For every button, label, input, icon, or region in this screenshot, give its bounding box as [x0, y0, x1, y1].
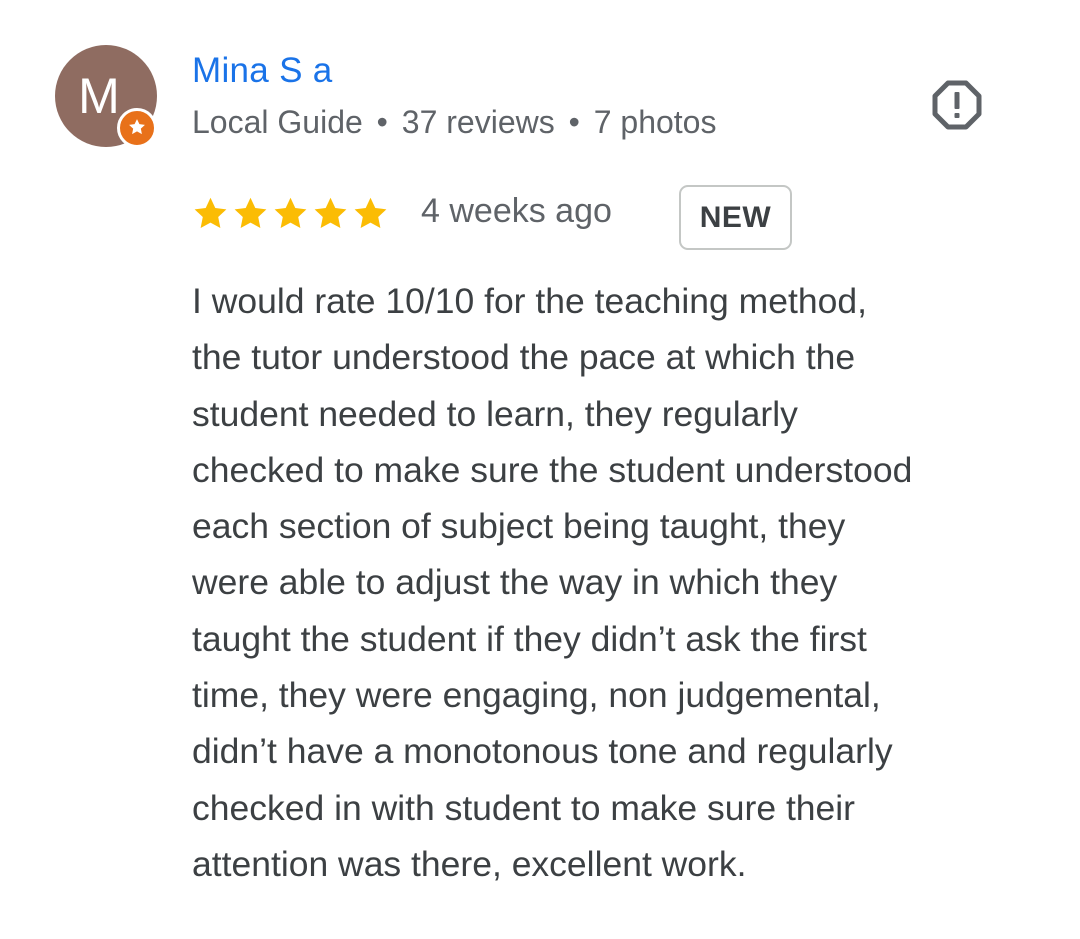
avatar-initial: M — [78, 68, 120, 124]
review-text-line: time, they were engaging, non judgementa… — [192, 675, 881, 716]
star-icon — [194, 197, 227, 228]
review-text-line: each section of subject being taught, th… — [192, 506, 846, 547]
review-text-line: were able to adjust the way in which the… — [192, 562, 838, 603]
review-card: M Mina S a Local Guide • 37 reviews • 7 … — [0, 0, 1080, 939]
review-count: 37 reviews — [401, 104, 555, 140]
review-text-line: didn’t have a monotonous tone and regula… — [192, 731, 893, 772]
new-badge: NEW — [679, 185, 792, 250]
star-icon — [354, 197, 387, 228]
star-rating — [192, 195, 389, 235]
local-guide-label: Local Guide — [192, 104, 363, 140]
meta-separator: • — [568, 104, 580, 140]
report-octagon-exclamation-icon — [932, 80, 982, 130]
local-guide-star-icon — [117, 108, 157, 148]
meta-separator: • — [376, 104, 388, 140]
review-text-line: checked in with student to make sure the… — [192, 787, 856, 828]
review-text-line: the tutor understood the pace at which t… — [192, 337, 856, 378]
star-icon — [234, 197, 267, 228]
review-text-line: attention was there, excellent work. — [192, 843, 747, 884]
review-text-line: taught the student if they didn’t ask th… — [192, 618, 867, 659]
reviewer-name[interactable]: Mina S a — [192, 51, 333, 91]
star-icon — [314, 197, 347, 228]
review-text-line: student needed to learn, they regularly — [192, 393, 798, 434]
review-text-line: checked to make sure the student underst… — [192, 449, 913, 490]
reviewer-meta: Local Guide • 37 reviews • 7 photos — [192, 104, 716, 141]
photo-count: 7 photos — [593, 104, 717, 140]
star-icon — [274, 197, 307, 228]
review-text: I would rate 10/10 for the teaching meth… — [192, 273, 1052, 892]
report-review-button[interactable] — [927, 75, 987, 135]
review-date: 4 weeks ago — [421, 192, 612, 230]
review-text-line: I would rate 10/10 for the teaching meth… — [192, 281, 867, 321]
